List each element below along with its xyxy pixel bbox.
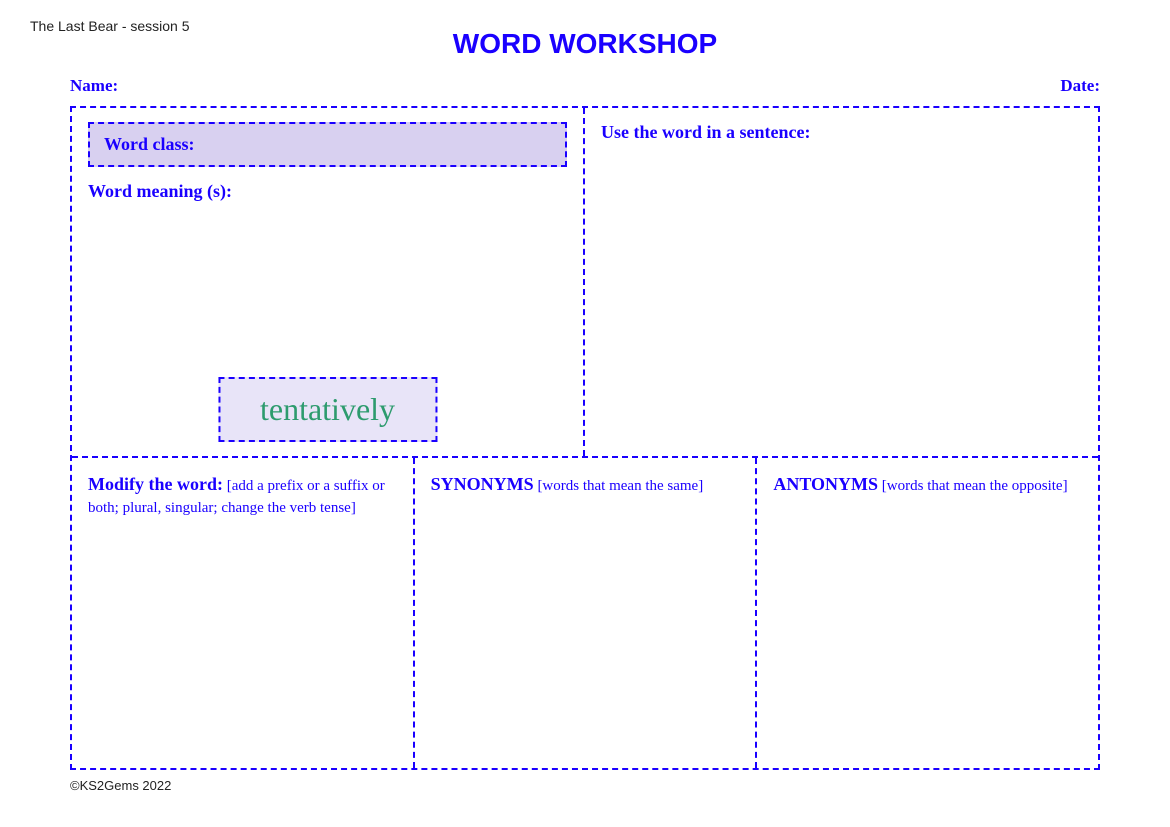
page-title: WORD WORKSHOP — [30, 18, 1140, 60]
antonyms-col: ANTONYMS [words that mean the opposite] — [757, 458, 1098, 768]
synonyms-label: SYNONYMS [words that mean the same] — [431, 472, 740, 497]
header-subtitle: The Last Bear - session 5 — [30, 18, 190, 34]
date-label: Date: — [1060, 76, 1100, 96]
right-top-panel: Use the word in a sentence: — [585, 108, 1098, 456]
synonyms-bold: SYNONYMS — [431, 474, 534, 494]
antonyms-normal: [words that mean the opposite] — [878, 478, 1068, 494]
word-class-box: Word class: — [88, 122, 567, 167]
modify-bold: Modify the word: — [88, 474, 223, 494]
word-class-label: Word class: — [104, 134, 195, 154]
modify-word-col: Modify the word: [add a prefix or a suff… — [72, 458, 415, 768]
use-sentence-label: Use the word in a sentence: — [601, 122, 1082, 143]
word-meaning-label: Word meaning (s): — [88, 181, 567, 202]
main-grid: Word class: Word meaning (s): tentativel… — [70, 106, 1100, 770]
name-label: Name: — [70, 76, 118, 96]
synonyms-col: SYNONYMS [words that mean the same] — [415, 458, 758, 768]
bottom-section: Modify the word: [add a prefix or a suff… — [72, 458, 1098, 768]
synonyms-normal: [words that mean the same] — [534, 478, 704, 494]
footer-copyright: ©KS2Gems 2022 — [30, 778, 1140, 793]
antonyms-label: ANTONYMS [words that mean the opposite] — [773, 472, 1082, 497]
top-section: Word class: Word meaning (s): tentativel… — [72, 108, 1098, 458]
antonyms-bold: ANTONYMS — [773, 474, 878, 494]
word-banner: tentatively — [218, 377, 437, 442]
modify-label: Modify the word: [add a prefix or a suff… — [88, 472, 397, 520]
left-top-panel: Word class: Word meaning (s): tentativel… — [72, 108, 585, 456]
